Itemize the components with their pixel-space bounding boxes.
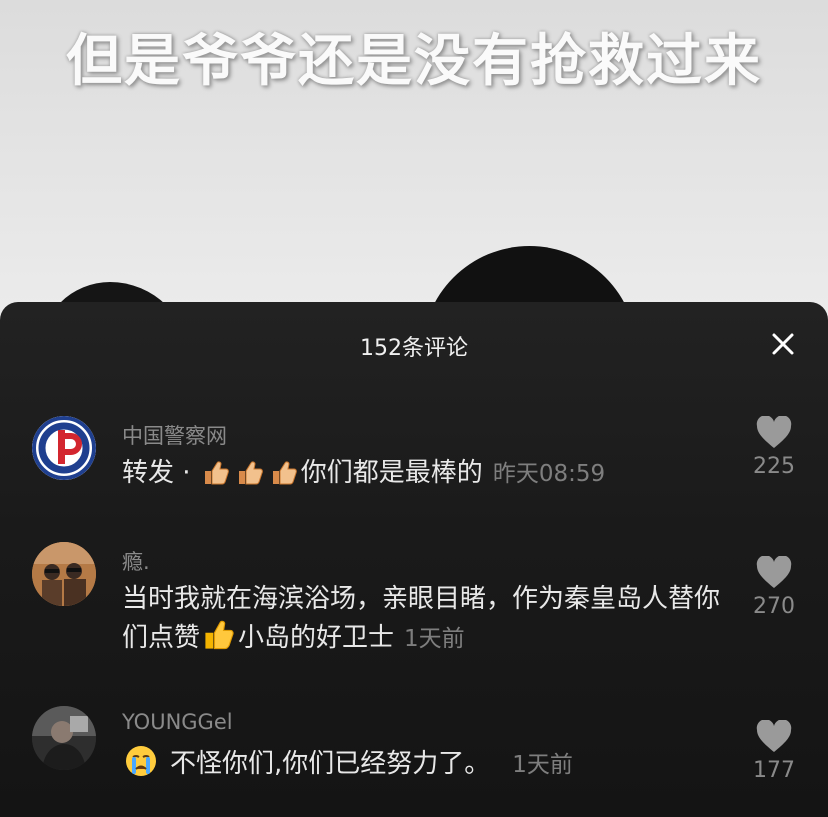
- avatar[interactable]: [32, 706, 96, 770]
- comment-text: 转发 · 你们都是最棒的 昨天08:59: [122, 454, 732, 498]
- comment-username[interactable]: 中国警察网: [122, 420, 227, 450]
- user-photo-icon: [32, 706, 96, 770]
- comment-time: 昨天08:59: [492, 461, 606, 487]
- comment-text-part: 转发 ·: [122, 458, 199, 488]
- avatar[interactable]: [32, 416, 96, 480]
- avatar[interactable]: [32, 542, 96, 606]
- user-photo-icon: [32, 542, 96, 606]
- comment-text: 不怪你们,你们已经努力了。 1天前: [122, 744, 732, 789]
- comment-count-title: 152条评论: [360, 336, 468, 361]
- comment-username[interactable]: YOUNGGel: [122, 710, 233, 734]
- heart-icon: [756, 416, 792, 448]
- crying-face-icon: [124, 744, 158, 789]
- comment-username[interactable]: 瘾.: [122, 546, 150, 576]
- comment-time: 1天前: [404, 626, 465, 652]
- comment-text: 当时我就在海滨浴场，亲眼目睹，作为秦皇岛人替你们点赞 小岛的好卫士 1天前: [122, 580, 732, 663]
- thumbs-up-icon: [269, 457, 299, 498]
- thumbs-up-icon: [235, 457, 265, 498]
- thumbs-up-icon: [201, 457, 231, 498]
- like-count: 177: [753, 758, 795, 783]
- comment-time: 1天前: [512, 752, 573, 778]
- comment-text-part: 你们都是最棒的: [300, 458, 483, 488]
- police-logo-icon: [32, 416, 96, 480]
- comment-text-part: 不怪你们,你们已经努力了。: [170, 749, 491, 779]
- like-button[interactable]: 177: [746, 720, 802, 783]
- close-icon: [772, 333, 794, 355]
- like-button[interactable]: 225: [746, 416, 802, 479]
- like-count: 225: [753, 454, 795, 479]
- close-button[interactable]: [768, 329, 798, 359]
- like-button[interactable]: 270: [746, 556, 802, 619]
- thumbs-up-icon: [202, 618, 236, 663]
- comment-text-part: 小岛的好卫士: [238, 623, 395, 653]
- comment-panel: 152条评论 中国警察网 转发 · 你们都是最棒的 昨天08:59 225 瘾.…: [0, 302, 828, 817]
- video-subtitle: 但是爷爷还是没有抢救过来: [66, 29, 762, 94]
- heart-icon: [756, 556, 792, 588]
- like-count: 270: [753, 594, 795, 619]
- heart-icon: [756, 720, 792, 752]
